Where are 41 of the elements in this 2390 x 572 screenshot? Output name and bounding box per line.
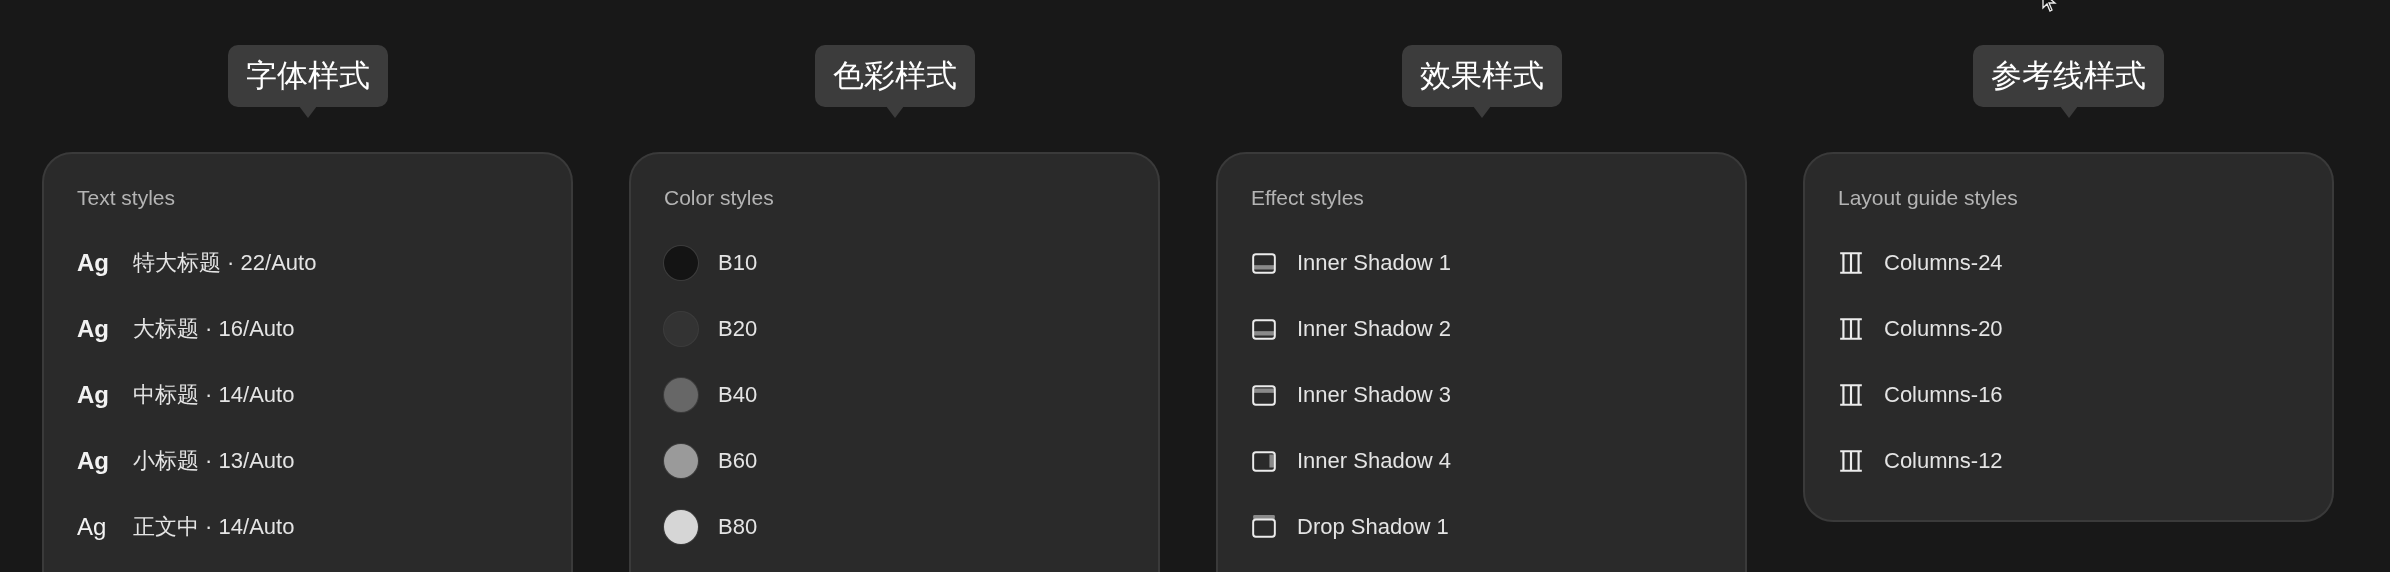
columns-icon — [1838, 249, 1864, 276]
shadow-style-icon — [1251, 448, 1277, 473]
card-title: Layout guide styles — [1838, 185, 2019, 211]
columns-icon — [1838, 447, 1864, 474]
style-name: B20 — [718, 315, 758, 343]
style-name: Inner Shadow 1 — [1297, 249, 1452, 277]
font-sample: Ag — [77, 445, 110, 476]
style-name: Drop Shadow 1 — [1297, 513, 1449, 541]
style-name: B80 — [718, 513, 758, 541]
style-name: Inner Shadow 3 — [1297, 381, 1452, 409]
style-name: Inner Shadow 2 — [1297, 315, 1452, 343]
columns-icon — [1838, 381, 1864, 408]
style-name: Columns-24 — [1884, 249, 2003, 277]
style-name: Columns-20 — [1884, 315, 2003, 343]
tooltip-pointer — [1472, 106, 1491, 118]
style-name: 特大标题 · 22/Auto — [133, 249, 317, 277]
font-sample: Ag — [77, 379, 110, 410]
card-title: Color styles — [664, 185, 775, 211]
card-title: Text styles — [77, 185, 177, 211]
style-name: Inner Shadow 4 — [1297, 447, 1452, 475]
style-name: 中标题 · 14/Auto — [133, 381, 295, 409]
shadow-style-icon — [1251, 514, 1277, 539]
style-name: B40 — [718, 381, 758, 409]
style-name: Columns-16 — [1884, 381, 2003, 409]
style-name: 大标题 · 16/Auto — [133, 315, 295, 343]
style-name: B10 — [718, 249, 758, 277]
style-name: Columns-12 — [1884, 447, 2003, 475]
style-name: 正文中 · 14/Auto — [133, 513, 295, 541]
card-title: Effect styles — [1251, 185, 1365, 211]
font-sample: Ag — [77, 313, 110, 344]
font-sample: Ag — [77, 511, 108, 542]
tooltip-pointer — [885, 106, 904, 118]
shadow-style-icon — [1251, 316, 1277, 341]
style-name: 小标题 · 13/Auto — [133, 447, 295, 475]
style-name: B60 — [718, 447, 758, 475]
shadow-style-icon — [1251, 382, 1277, 407]
font-sample: Ag — [77, 247, 110, 278]
columns-icon — [1838, 315, 1864, 342]
tooltip-pointer — [2059, 106, 2078, 118]
shadow-style-icon — [1251, 250, 1277, 275]
tooltip-pointer — [298, 106, 317, 118]
